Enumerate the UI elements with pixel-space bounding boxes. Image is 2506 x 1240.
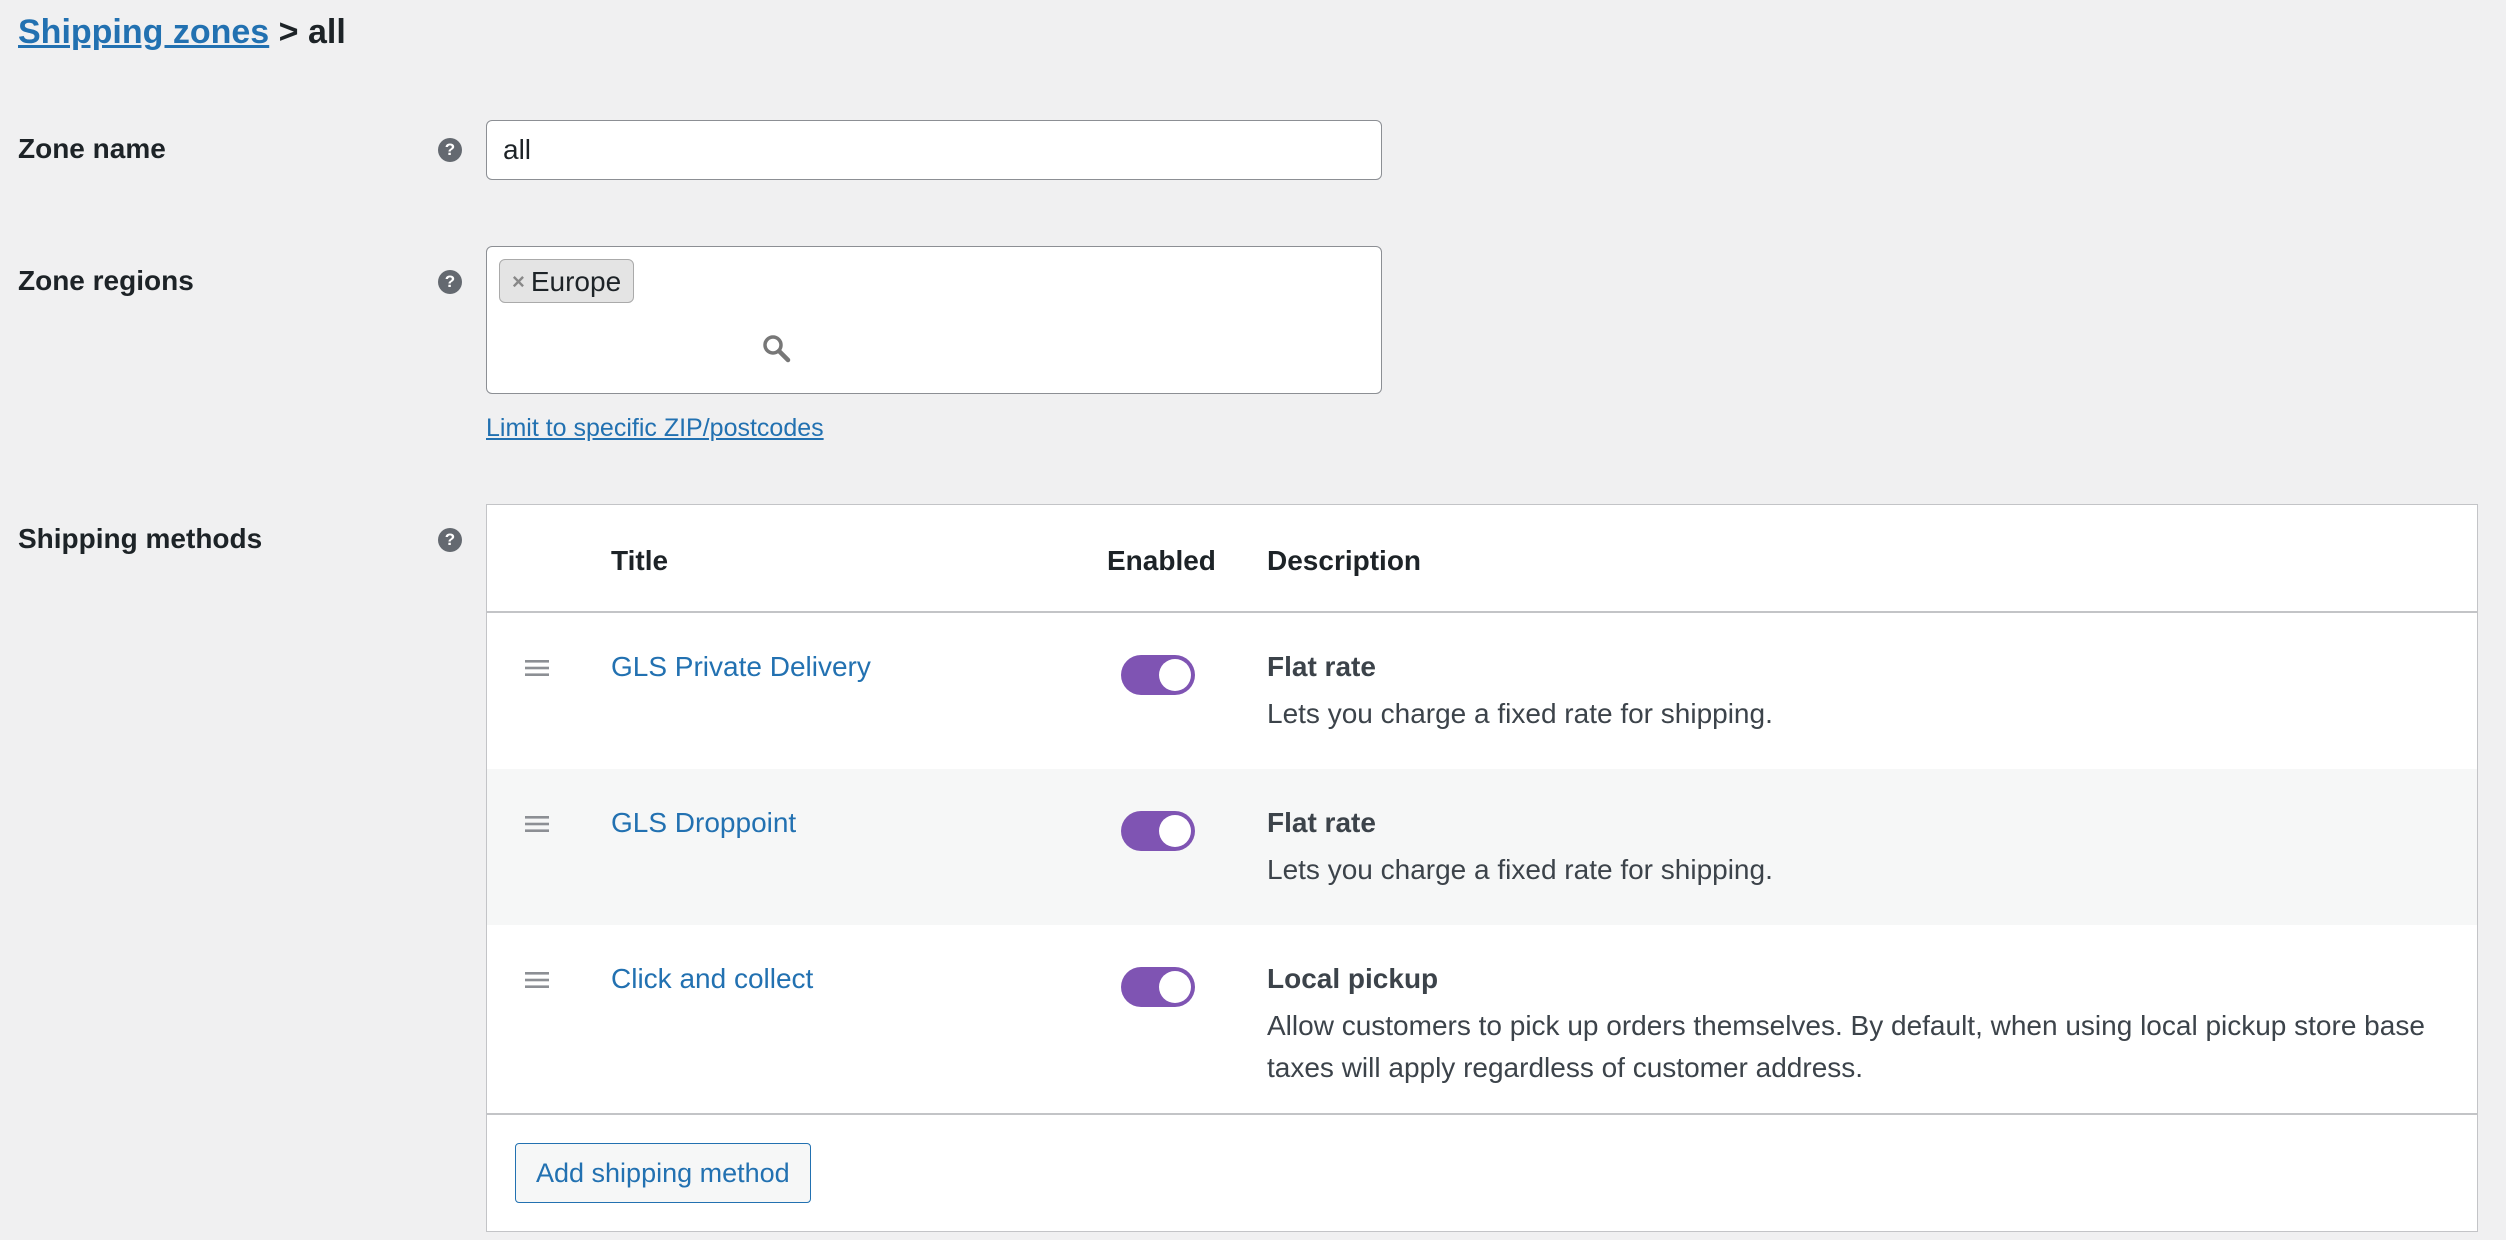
column-header-title: Title bbox=[611, 545, 669, 576]
breadcrumb-current: all bbox=[307, 13, 346, 51]
limit-postcodes-link[interactable]: Limit to specific ZIP/postcodes bbox=[486, 414, 824, 443]
enabled-toggle[interactable] bbox=[1121, 811, 1195, 851]
method-type: Local pickup bbox=[1267, 963, 1439, 994]
region-tag-label: Europe bbox=[530, 265, 622, 297]
method-title-link[interactable]: GLS Droppoint bbox=[611, 807, 796, 839]
table-row: GLS Droppoint Flat rate Lets you charge … bbox=[487, 769, 2477, 925]
enabled-toggle[interactable] bbox=[1121, 655, 1195, 695]
footer-divider bbox=[487, 1113, 2477, 1115]
table-row: Click and collect Local pickup Allow cus… bbox=[487, 925, 2477, 1113]
method-title-link[interactable]: GLS Private Delivery bbox=[611, 651, 871, 683]
column-header-description: Description bbox=[1267, 545, 1422, 576]
region-tag-europe: × Europe bbox=[499, 259, 635, 303]
toggle-knob bbox=[1159, 971, 1191, 1003]
breadcrumb-shipping-zones-link[interactable]: Shipping zones bbox=[18, 13, 269, 51]
method-description: Lets you charge a fixed rate for shippin… bbox=[1267, 698, 1773, 729]
method-description: Lets you charge a fixed rate for shippin… bbox=[1267, 854, 1773, 885]
breadcrumb: Shipping zones > all bbox=[18, 10, 346, 54]
shipping-methods-label: Shipping methods bbox=[18, 523, 263, 554]
method-description: Allow customers to pick up orders themse… bbox=[1267, 1010, 2425, 1083]
shipping-methods-help-icon[interactable]: ? bbox=[438, 528, 462, 552]
zone-name-label: Zone name bbox=[18, 133, 166, 164]
add-shipping-method-button[interactable]: Add shipping method bbox=[515, 1143, 811, 1203]
toggle-knob bbox=[1159, 815, 1191, 847]
remove-tag-icon[interactable]: × bbox=[512, 261, 525, 302]
zone-regions-label: Zone regions bbox=[18, 265, 194, 296]
method-type: Flat rate bbox=[1267, 807, 1376, 838]
toggle-knob bbox=[1159, 659, 1191, 691]
zone-regions-select[interactable]: × Europe bbox=[486, 246, 1382, 394]
zone-name-help-icon[interactable]: ? bbox=[438, 138, 462, 162]
zone-name-input[interactable] bbox=[486, 120, 1382, 180]
table-row: GLS Private Delivery Flat rate Lets you … bbox=[487, 613, 2477, 769]
method-title-link[interactable]: Click and collect bbox=[611, 963, 813, 995]
drag-handle-icon[interactable] bbox=[525, 971, 549, 989]
shipping-methods-table: Title Enabled Description GLS Private De… bbox=[486, 504, 2478, 1232]
enabled-toggle[interactable] bbox=[1121, 967, 1195, 1007]
drag-handle-icon[interactable] bbox=[525, 659, 549, 677]
method-type: Flat rate bbox=[1267, 651, 1376, 682]
column-header-enabled: Enabled bbox=[1107, 545, 1216, 576]
drag-handle-icon[interactable] bbox=[525, 815, 549, 833]
zone-regions-help-icon[interactable]: ? bbox=[438, 270, 462, 294]
search-icon bbox=[763, 335, 791, 363]
breadcrumb-separator: > bbox=[278, 13, 299, 51]
